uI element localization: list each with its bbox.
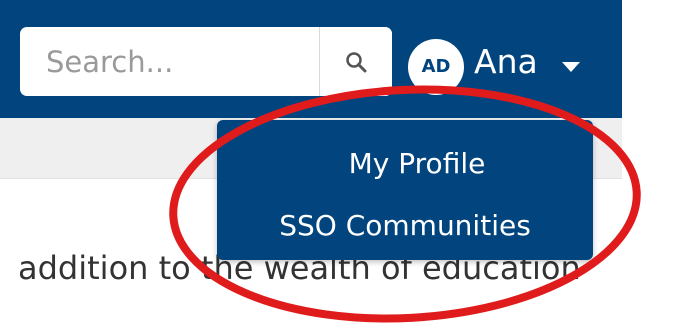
search-input[interactable] bbox=[20, 27, 320, 96]
menu-item-my-profile[interactable]: My Profile bbox=[229, 144, 605, 184]
user-dropdown-menu: My Profile SSO Communities bbox=[217, 120, 593, 260]
search-group bbox=[20, 27, 392, 96]
avatar: AD bbox=[408, 39, 464, 95]
menu-item-sso-communities[interactable]: SSO Communities bbox=[217, 206, 593, 246]
search-icon bbox=[346, 51, 367, 72]
page: AD Ana addition to the wealth of educati… bbox=[0, 0, 683, 330]
user-menu-toggle[interactable]: AD Ana bbox=[408, 30, 608, 96]
search-button[interactable] bbox=[319, 27, 392, 96]
caret-down-icon bbox=[562, 62, 580, 72]
top-navbar: AD Ana bbox=[0, 0, 622, 118]
user-name: Ana bbox=[474, 42, 538, 81]
